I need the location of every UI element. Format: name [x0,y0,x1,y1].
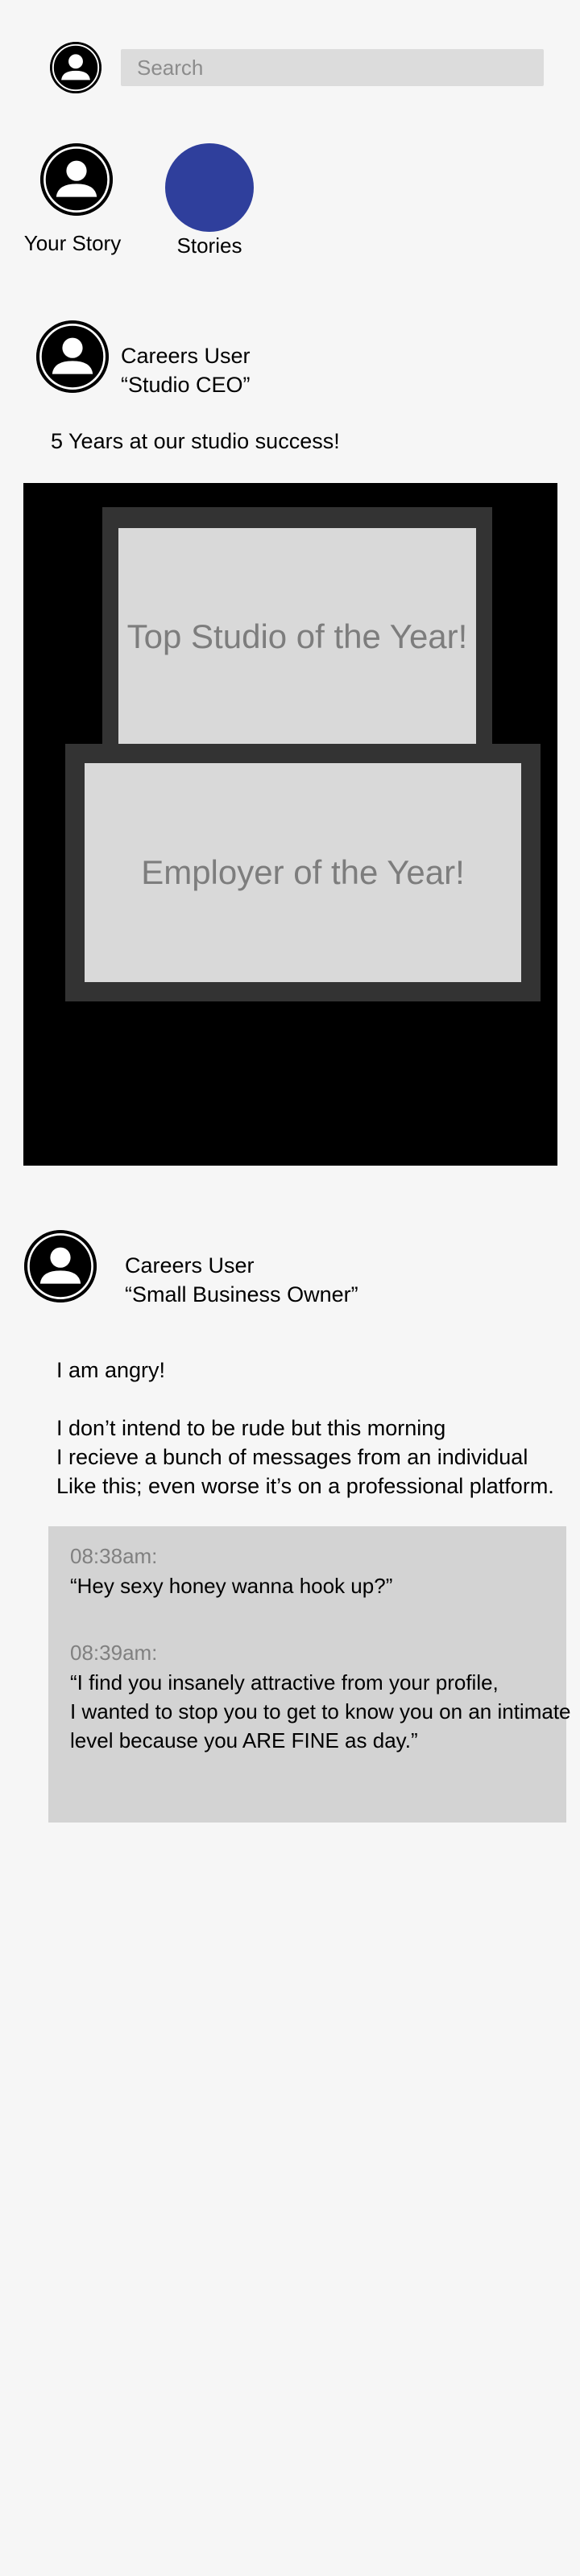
message-1-time: 08:38am: [70,1544,158,1568]
stories-label[interactable]: Stories [153,233,266,258]
post-2-body-line-3: Like this; even worse it’s on a professi… [56,1474,554,1498]
award-bottom-text: Employer of the Year! [85,763,521,982]
post-2-intro: I am angry! [56,1358,166,1382]
message-2-line-3: level because you ARE FINE as day.” [70,1728,418,1752]
award-plaque-bottom: Employer of the Year! [65,744,541,1001]
message-2-line-2: I wanted to stop you to get to know you … [70,1699,571,1724]
post-1-text: 5 Years at our studio success! [51,429,340,453]
post-1-avatar[interactable] [36,320,109,393]
stories-bubble[interactable] [165,143,254,232]
award-plaque-top: Top Studio of the Year! [102,507,492,749]
post-2-user-name[interactable]: Careers User [125,1251,255,1280]
user-avatar-icon[interactable] [50,42,102,93]
post-2-body-line-1: I don’t intend to be rude but this morni… [56,1416,446,1440]
your-story-avatar[interactable] [40,143,113,216]
award-top-text: Top Studio of the Year! [118,528,476,745]
post-2-user-title: “Small Business Owner” [125,1282,358,1307]
post-1-user-title: “Studio CEO” [121,373,251,397]
post-1-image[interactable]: Top Studio of the Year! Employer of the … [23,483,557,1166]
message-2-time: 08:39am: [70,1641,158,1665]
quoted-messages-box: 08:38am: “Hey sexy honey wanna hook up?”… [48,1526,571,1823]
search-placeholder: Search [137,55,204,80]
message-2-line-1: “I find you insanely attractive from you… [70,1670,499,1695]
message-1-text: “Hey sexy honey wanna hook up?” [70,1574,393,1598]
search-input[interactable]: Search [121,49,544,86]
post-2-body-line-2: I recieve a bunch of messages from an in… [56,1445,528,1469]
post-1-user-name[interactable]: Careers User [121,341,251,370]
post-2-avatar[interactable] [24,1230,97,1302]
your-story-label[interactable]: Your Story [16,231,129,256]
